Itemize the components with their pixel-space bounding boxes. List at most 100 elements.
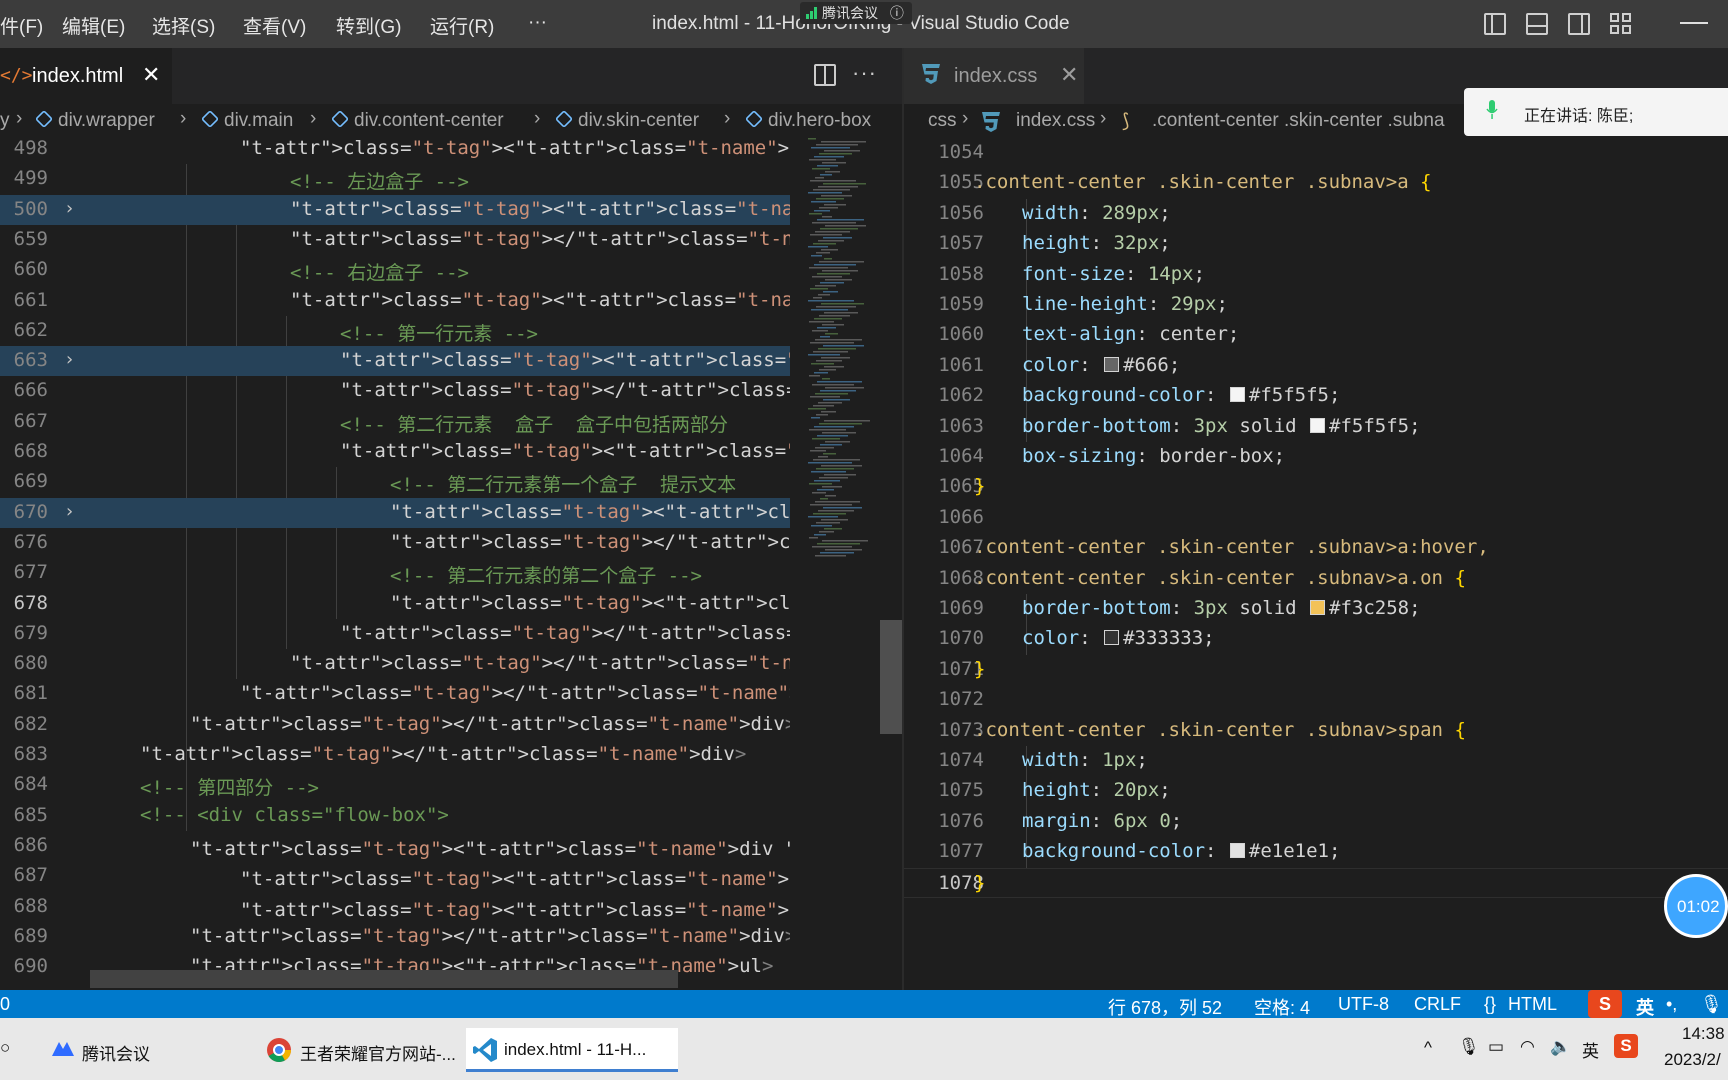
microphone-icon[interactable]: 🎙	[1700, 994, 1723, 1015]
code-line[interactable]: 1071}	[904, 655, 1728, 685]
code-line[interactable]: 1068 .content-center .skin-center .subnav…	[904, 564, 1728, 594]
code-line[interactable]: 499 <!-- 左边盒子 -->	[0, 164, 790, 194]
code-line[interactable]: 679 "t-attr">class="t-tag"></"t-attr">cla…	[0, 619, 790, 649]
breadcrumb-item[interactable]: css	[928, 110, 957, 132]
more-actions-icon[interactable]: ···	[852, 60, 877, 86]
html-editor[interactable]: 498 "t-attr">class="t-tag"><"t-attr">clas…	[0, 134, 790, 990]
code-line[interactable]: 684 <!-- 第四部分 -->	[0, 770, 790, 800]
color-swatch[interactable]	[1310, 417, 1326, 433]
toggle-panel-icon[interactable]	[1526, 13, 1548, 35]
code-line[interactable]: 660 <!-- 右边盒子 -->	[0, 255, 790, 285]
status-problems[interactable]: 0	[0, 994, 10, 1015]
breadcrumb-item[interactable]: .content-center .skin-center .subna	[1152, 110, 1445, 132]
code-line[interactable]: 1069 border-bottom: 3px solid #f3c258;	[904, 594, 1728, 624]
code-line[interactable]: 1075 height: 20px;	[904, 776, 1728, 806]
status-language[interactable]: HTML	[1508, 994, 1557, 1015]
split-editor-icon[interactable]	[814, 64, 836, 86]
menu-edit[interactable]: 编辑(E)	[62, 12, 125, 39]
color-swatch[interactable]	[1229, 843, 1245, 859]
sogou-ime-icon[interactable]: S	[1614, 1034, 1638, 1058]
code-line[interactable]: 667 <!-- 第二行元素 盒子 盒子中包括两部分	[0, 407, 790, 437]
color-swatch[interactable]	[1310, 600, 1326, 615]
code-line[interactable]: 1070 color: #333333;	[904, 624, 1728, 654]
breadcrumb-item[interactable]: div.main	[200, 109, 293, 132]
code-line[interactable]: 686 "t-attr">class="t-tag"><"t-attr">clas…	[0, 831, 790, 861]
code-line[interactable]: 1067 .content-center .skin-center .subnav…	[904, 533, 1728, 563]
breadcrumb-item[interactable]: y	[0, 110, 10, 132]
code-line[interactable]: 659 "t-attr">class="t-tag"></"t-attr">cla…	[0, 225, 790, 255]
search-icon[interactable]: ○	[0, 1038, 10, 1058]
tab-index-html[interactable]: </> index.html ✕	[0, 48, 172, 104]
code-line[interactable]: 681 "t-attr">class="t-tag"></"t-attr">cla…	[0, 679, 790, 709]
code-line[interactable]: 666 "t-attr">class="t-tag"></"t-attr">cla…	[0, 376, 790, 406]
left-minimap[interactable]	[794, 134, 882, 990]
breadcrumb-item[interactable]: div.content-center	[330, 109, 504, 132]
code-line[interactable]: 680 "t-attr">class="t-tag"></"t-attr">cla…	[0, 649, 790, 679]
taskbar-item-chrome[interactable]: 王者荣耀官方网站-...	[262, 1028, 456, 1072]
wifi-icon[interactable]: ◠	[1520, 1037, 1535, 1057]
toggle-secondary-sidebar-icon[interactable]	[1568, 13, 1590, 35]
code-line[interactable]: 1063 border-bottom: 3px solid #f5f5f5;	[904, 412, 1728, 442]
clock-time[interactable]: 14:38	[1682, 1024, 1725, 1044]
code-line[interactable]: 1076 margin: 6px 0;	[904, 807, 1728, 837]
tab-index-css[interactable]: index.css ✕	[904, 48, 1084, 104]
status-ime-mode[interactable]: 英	[1636, 994, 1654, 1020]
code-line[interactable]: 669 <!-- 第二行元素第一个盒子 提示文本	[0, 467, 790, 497]
menu-run[interactable]: 运行(R)	[430, 12, 494, 39]
menu-more[interactable]: ···	[528, 12, 547, 34]
code-line[interactable]: 670 › "t-attr">class="t-tag"><"t-attr">cla…	[0, 497, 790, 528]
sogou-ime-icon[interactable]: S	[1588, 990, 1622, 1018]
close-icon[interactable]: ✕	[1060, 62, 1078, 88]
status-indentation[interactable]: 空格: 4	[1254, 994, 1310, 1020]
menu-go[interactable]: 转到(G)	[336, 12, 401, 39]
code-line[interactable]: 500 › "t-attr">class="t-tag"><"t-attr">cla…	[0, 194, 790, 225]
code-line[interactable]: 1078}	[904, 867, 1728, 898]
fold-chevron-icon[interactable]: ›	[64, 501, 75, 522]
code-line[interactable]: 685 <!-- <div class="flow-box">	[0, 801, 790, 831]
code-line[interactable]: 1066	[904, 503, 1728, 533]
color-swatch[interactable]	[1104, 356, 1120, 372]
code-line[interactable]: 677 <!-- 第二行元素的第二个盒子 -->	[0, 558, 790, 588]
code-line[interactable]: 1074 width: 1px;	[904, 746, 1728, 776]
meeting-indicator[interactable]: 腾讯会议 ⓘ	[800, 2, 912, 24]
volume-icon[interactable]: 🔈	[1550, 1037, 1571, 1057]
code-line[interactable]: 1056 width: 289px;	[904, 199, 1728, 229]
code-line[interactable]: 662 <!-- 第一行元素 -->	[0, 316, 790, 346]
left-horizontal-scrollbar[interactable]	[90, 970, 678, 988]
color-swatch[interactable]	[1229, 387, 1245, 403]
menu-view[interactable]: 查看(V)	[243, 12, 306, 39]
fold-chevron-icon[interactable]: ›	[64, 349, 75, 370]
code-line[interactable]: 1073 .content-center .skin-center .subnav…	[904, 716, 1728, 746]
left-vertical-scrollbar[interactable]	[880, 620, 902, 734]
menu-file[interactable]: 件(F)	[0, 12, 43, 39]
code-line[interactable]: 1072	[904, 685, 1728, 715]
microphone-icon[interactable]: 🎙	[1458, 1037, 1480, 1057]
status-eol[interactable]: CRLF	[1414, 994, 1461, 1015]
close-icon[interactable]: ✕	[142, 62, 160, 88]
chevron-up-icon[interactable]: ^	[1424, 1038, 1432, 1058]
status-cursor-position[interactable]: 行 678，列 52	[1108, 994, 1222, 1020]
code-line[interactable]: 1054	[904, 138, 1728, 168]
toggle-sidebar-icon[interactable]	[1484, 13, 1506, 35]
fold-chevron-icon[interactable]: ›	[64, 198, 75, 219]
breadcrumb-item[interactable]: div.skin-center	[554, 109, 699, 132]
code-line[interactable]: 1065}	[904, 472, 1728, 502]
code-line[interactable]: 689 "t-attr">class="t-tag"></"t-attr">cla…	[0, 922, 790, 952]
code-line[interactable]: 1055 .content-center .skin-center .subnav…	[904, 168, 1728, 198]
meeting-timer[interactable]: 01:02	[1664, 874, 1728, 938]
taskbar-item-vscode[interactable]: index.html - 11-H...	[466, 1028, 678, 1072]
breadcrumb-item[interactable]: index.css	[1016, 110, 1095, 132]
code-line[interactable]: 682 "t-attr">class="t-tag"></"t-attr">cla…	[0, 710, 790, 740]
customize-layout-icon[interactable]	[1610, 13, 1632, 35]
minimize-icon[interactable]	[1680, 22, 1708, 24]
code-line[interactable]: 668 "t-attr">class="t-tag"><"t-attr">clas…	[0, 437, 790, 467]
code-line[interactable]: 687 "t-attr">class="t-tag"><"t-attr">clas…	[0, 861, 790, 891]
code-line[interactable]: 1077 background-color: #e1e1e1;	[904, 837, 1728, 867]
breadcrumb-item[interactable]: div.hero-box	[744, 109, 871, 132]
breadcrumb-item[interactable]: div.wrapper	[34, 109, 155, 132]
code-line[interactable]: 678 "t-attr">class="t-tag"><"t-attr">clas…	[0, 589, 790, 619]
menu-selection[interactable]: 选择(S)	[152, 12, 215, 39]
code-line[interactable]: 1057 height: 32px;	[904, 229, 1728, 259]
code-line[interactable]: 688 "t-attr">class="t-tag"><"t-attr">clas…	[0, 892, 790, 922]
code-line[interactable]: 1058 font-size: 14px;	[904, 260, 1728, 290]
